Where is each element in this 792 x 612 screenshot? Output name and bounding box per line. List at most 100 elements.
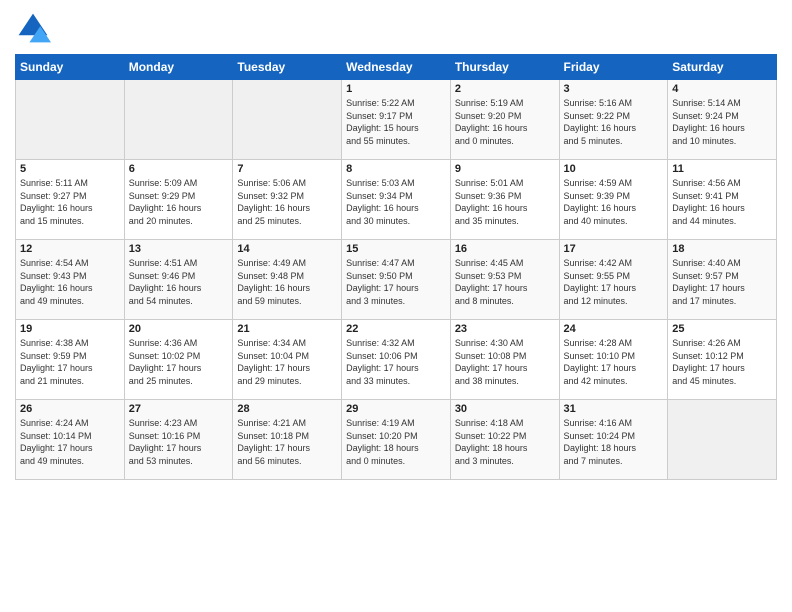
calendar-cell bbox=[124, 80, 233, 160]
day-number: 3 bbox=[564, 83, 664, 95]
calendar-cell: 28 Sunrise: 4:21 AM Sunset: 10:18 PM Dayl… bbox=[233, 400, 342, 480]
cell-content: Sunrise: 4:34 AM Sunset: 10:04 PM Daylig… bbox=[237, 337, 337, 387]
day-number: 6 bbox=[129, 163, 229, 175]
day-number: 1 bbox=[346, 83, 446, 95]
header bbox=[15, 10, 777, 46]
day-number: 27 bbox=[129, 403, 229, 415]
day-number: 18 bbox=[672, 243, 772, 255]
day-number: 24 bbox=[564, 323, 664, 335]
calendar-cell: 20 Sunrise: 4:36 AM Sunset: 10:02 PM Dayl… bbox=[124, 320, 233, 400]
day-number: 20 bbox=[129, 323, 229, 335]
calendar-cell: 23 Sunrise: 4:30 AM Sunset: 10:08 PM Dayl… bbox=[450, 320, 559, 400]
calendar-cell bbox=[16, 80, 125, 160]
day-number: 8 bbox=[346, 163, 446, 175]
calendar-cell: 8Sunrise: 5:03 AM Sunset: 9:34 PM Daylig… bbox=[342, 160, 451, 240]
calendar-cell: 10 Sunrise: 4:59 AM Sunset: 9:39 PM Dayli… bbox=[559, 160, 668, 240]
calendar-week-5: 26Sunrise: 4:24 AM Sunset: 10:14 PM Dayl… bbox=[16, 400, 777, 480]
cell-content: Sunrise: 4:21 AM Sunset: 10:18 PM Daylig… bbox=[237, 417, 337, 467]
weekday-header-sunday: Sunday bbox=[16, 55, 125, 80]
cell-content: Sunrise: 5:16 AM Sunset: 9:22 PM Dayligh… bbox=[564, 97, 664, 147]
calendar-cell: 29Sunrise: 4:19 AM Sunset: 10:20 PM Dayl… bbox=[342, 400, 451, 480]
day-number: 19 bbox=[20, 323, 120, 335]
calendar-cell: 21 Sunrise: 4:34 AM Sunset: 10:04 PM Dayl… bbox=[233, 320, 342, 400]
calendar-week-2: 5Sunrise: 5:11 AM Sunset: 9:27 PM Daylig… bbox=[16, 160, 777, 240]
calendar-cell: 24 Sunrise: 4:28 AM Sunset: 10:10 PM Dayl… bbox=[559, 320, 668, 400]
calendar-header: SundayMondayTuesdayWednesdayThursdayFrid… bbox=[16, 55, 777, 80]
day-number: 31 bbox=[564, 403, 664, 415]
logo bbox=[15, 10, 55, 46]
weekday-header-monday: Monday bbox=[124, 55, 233, 80]
day-number: 30 bbox=[455, 403, 555, 415]
cell-content: Sunrise: 5:06 AM Sunset: 9:32 PM Dayligh… bbox=[237, 177, 337, 227]
cell-content: Sunrise: 4:38 AM Sunset: 9:59 PM Dayligh… bbox=[20, 337, 120, 387]
cell-content: Sunrise: 4:28 AM Sunset: 10:10 PM Daylig… bbox=[564, 337, 664, 387]
weekday-header-saturday: Saturday bbox=[668, 55, 777, 80]
cell-content: Sunrise: 4:26 AM Sunset: 10:12 PM Daylig… bbox=[672, 337, 772, 387]
calendar-cell: 27 Sunrise: 4:23 AM Sunset: 10:16 PM Dayl… bbox=[124, 400, 233, 480]
cell-content: Sunrise: 4:47 AM Sunset: 9:50 PM Dayligh… bbox=[346, 257, 446, 307]
weekday-header-friday: Friday bbox=[559, 55, 668, 80]
day-number: 21 bbox=[237, 323, 337, 335]
calendar-cell: 16Sunrise: 4:45 AM Sunset: 9:53 PM Dayli… bbox=[450, 240, 559, 320]
cell-content: Sunrise: 4:51 AM Sunset: 9:46 PM Dayligh… bbox=[129, 257, 229, 307]
cell-content: Sunrise: 4:23 AM Sunset: 10:16 PM Daylig… bbox=[129, 417, 229, 467]
cell-content: Sunrise: 4:36 AM Sunset: 10:02 PM Daylig… bbox=[129, 337, 229, 387]
calendar-cell: 2 Sunrise: 5:19 AM Sunset: 9:20 PM Daylig… bbox=[450, 80, 559, 160]
cell-content: Sunrise: 4:18 AM Sunset: 10:22 PM Daylig… bbox=[455, 417, 555, 467]
cell-content: Sunrise: 4:59 AM Sunset: 9:39 PM Dayligh… bbox=[564, 177, 664, 227]
cell-content: Sunrise: 4:24 AM Sunset: 10:14 PM Daylig… bbox=[20, 417, 120, 467]
calendar-cell: 4 Sunrise: 5:14 AM Sunset: 9:24 PM Daylig… bbox=[668, 80, 777, 160]
calendar-cell: 5Sunrise: 5:11 AM Sunset: 9:27 PM Daylig… bbox=[16, 160, 125, 240]
calendar-cell bbox=[233, 80, 342, 160]
calendar-cell: 17 Sunrise: 4:42 AM Sunset: 9:55 PM Dayli… bbox=[559, 240, 668, 320]
calendar-cell: 14Sunrise: 4:49 AM Sunset: 9:48 PM Dayli… bbox=[233, 240, 342, 320]
cell-content: Sunrise: 4:42 AM Sunset: 9:55 PM Dayligh… bbox=[564, 257, 664, 307]
calendar-cell: 26Sunrise: 4:24 AM Sunset: 10:14 PM Dayl… bbox=[16, 400, 125, 480]
calendar-cell: 7 Sunrise: 5:06 AM Sunset: 9:32 PM Daylig… bbox=[233, 160, 342, 240]
day-number: 23 bbox=[455, 323, 555, 335]
day-number: 5 bbox=[20, 163, 120, 175]
cell-content: Sunrise: 4:30 AM Sunset: 10:08 PM Daylig… bbox=[455, 337, 555, 387]
calendar-cell: 3 Sunrise: 5:16 AM Sunset: 9:22 PM Daylig… bbox=[559, 80, 668, 160]
cell-content: Sunrise: 4:32 AM Sunset: 10:06 PM Daylig… bbox=[346, 337, 446, 387]
day-number: 22 bbox=[346, 323, 446, 335]
cell-content: Sunrise: 5:09 AM Sunset: 9:29 PM Dayligh… bbox=[129, 177, 229, 227]
day-number: 28 bbox=[237, 403, 337, 415]
day-number: 4 bbox=[672, 83, 772, 95]
day-number: 7 bbox=[237, 163, 337, 175]
day-number: 15 bbox=[346, 243, 446, 255]
logo-icon bbox=[15, 10, 51, 46]
calendar-cell: 18Sunrise: 4:40 AM Sunset: 9:57 PM Dayli… bbox=[668, 240, 777, 320]
cell-content: Sunrise: 4:49 AM Sunset: 9:48 PM Dayligh… bbox=[237, 257, 337, 307]
day-number: 13 bbox=[129, 243, 229, 255]
day-number: 2 bbox=[455, 83, 555, 95]
cell-content: Sunrise: 5:22 AM Sunset: 9:17 PM Dayligh… bbox=[346, 97, 446, 147]
cell-content: Sunrise: 4:54 AM Sunset: 9:43 PM Dayligh… bbox=[20, 257, 120, 307]
calendar-cell: 11 Sunrise: 4:56 AM Sunset: 9:41 PM Dayli… bbox=[668, 160, 777, 240]
cell-content: Sunrise: 5:01 AM Sunset: 9:36 PM Dayligh… bbox=[455, 177, 555, 227]
page: SundayMondayTuesdayWednesdayThursdayFrid… bbox=[0, 0, 792, 612]
day-number: 11 bbox=[672, 163, 772, 175]
cell-content: Sunrise: 5:19 AM Sunset: 9:20 PM Dayligh… bbox=[455, 97, 555, 147]
day-number: 17 bbox=[564, 243, 664, 255]
calendar-cell: 30 Sunrise: 4:18 AM Sunset: 10:22 PM Dayl… bbox=[450, 400, 559, 480]
calendar-cell bbox=[668, 400, 777, 480]
cell-content: Sunrise: 4:16 AM Sunset: 10:24 PM Daylig… bbox=[564, 417, 664, 467]
calendar-cell: 12Sunrise: 4:54 AM Sunset: 9:43 PM Dayli… bbox=[16, 240, 125, 320]
day-number: 10 bbox=[564, 163, 664, 175]
calendar-week-4: 19 Sunrise: 4:38 AM Sunset: 9:59 PM Dayli… bbox=[16, 320, 777, 400]
weekday-header-thursday: Thursday bbox=[450, 55, 559, 80]
cell-content: Sunrise: 4:56 AM Sunset: 9:41 PM Dayligh… bbox=[672, 177, 772, 227]
day-number: 25 bbox=[672, 323, 772, 335]
calendar-week-3: 12Sunrise: 4:54 AM Sunset: 9:43 PM Dayli… bbox=[16, 240, 777, 320]
weekday-row: SundayMondayTuesdayWednesdayThursdayFrid… bbox=[16, 55, 777, 80]
weekday-header-wednesday: Wednesday bbox=[342, 55, 451, 80]
calendar-cell: 19 Sunrise: 4:38 AM Sunset: 9:59 PM Dayli… bbox=[16, 320, 125, 400]
calendar-cell: 31 Sunrise: 4:16 AM Sunset: 10:24 PM Dayl… bbox=[559, 400, 668, 480]
calendar-cell: 1 Sunrise: 5:22 AM Sunset: 9:17 PM Daylig… bbox=[342, 80, 451, 160]
day-number: 9 bbox=[455, 163, 555, 175]
day-number: 16 bbox=[455, 243, 555, 255]
calendar-cell: 9 Sunrise: 5:01 AM Sunset: 9:36 PM Daylig… bbox=[450, 160, 559, 240]
cell-content: Sunrise: 5:14 AM Sunset: 9:24 PM Dayligh… bbox=[672, 97, 772, 147]
calendar-week-1: 1 Sunrise: 5:22 AM Sunset: 9:17 PM Daylig… bbox=[16, 80, 777, 160]
